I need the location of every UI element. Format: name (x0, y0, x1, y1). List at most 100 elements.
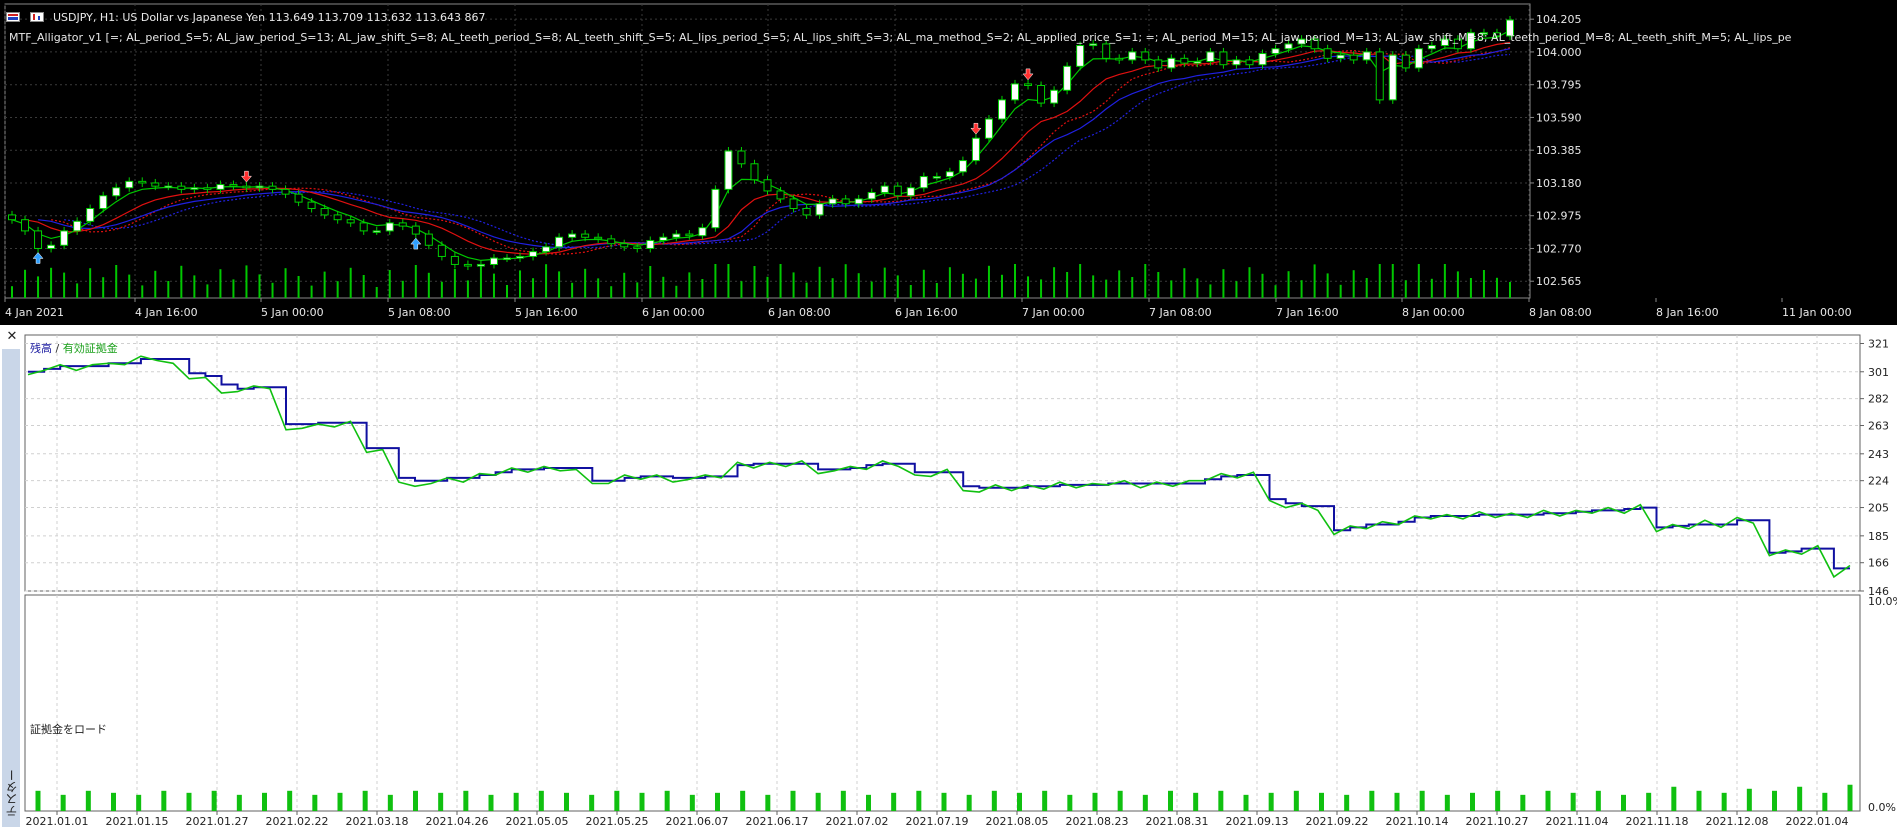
margin-load-bar (488, 794, 494, 811)
time-axis-label: 8 Jan 08:00 (1529, 306, 1592, 319)
margin-load-bar (740, 790, 746, 811)
price-axis-label: 102.565 (1536, 275, 1582, 288)
margin-load-bar (1369, 790, 1375, 811)
margin-load-bar (1067, 794, 1073, 811)
candle (125, 180, 134, 189)
date-axis-label: 2021.04.26 (426, 815, 489, 828)
candle (411, 225, 420, 235)
margin-load-bar (538, 790, 544, 811)
candle (607, 238, 616, 245)
candle (1180, 57, 1189, 64)
candle (919, 176, 928, 189)
candle (659, 236, 668, 241)
legend-separator: / (52, 342, 63, 355)
candle (1102, 43, 1111, 59)
time-axis-label: 7 Jan 00:00 (1022, 306, 1085, 319)
margin-load-bar (211, 790, 217, 811)
balance-axis-label: 301 (1868, 366, 1889, 379)
teeth-line-dotted (50, 47, 1511, 255)
candle (997, 99, 1006, 120)
margin-load-bar (1017, 792, 1022, 811)
balance-axis-label: 243 (1868, 448, 1889, 461)
margin-load-bar (413, 790, 418, 811)
margin-load-bar (1319, 792, 1324, 811)
candle (476, 263, 485, 267)
candle (1089, 43, 1098, 47)
margin-load-bar (765, 794, 771, 811)
balance-axis-label: 205 (1868, 502, 1889, 515)
candle (307, 201, 316, 210)
tester-graph-canvas[interactable]: 3213012822632432242051851661462021.01.01… (0, 327, 1897, 828)
candle (333, 214, 342, 221)
candle (906, 187, 915, 197)
candle (99, 195, 108, 210)
candle (190, 187, 199, 190)
candle (1323, 48, 1332, 59)
candle (867, 192, 876, 200)
date-axis-label: 2021.01.01 (26, 815, 89, 828)
margin-load-bar (815, 792, 821, 811)
date-axis-label: 2021.12.08 (1706, 815, 1769, 828)
sell-arrow-icon (240, 170, 253, 183)
legend-equity: 有効証拠金 (62, 342, 118, 355)
candle (216, 184, 225, 190)
candle (1414, 48, 1423, 69)
margin-load-bar (689, 794, 695, 811)
margin-load-bar (639, 792, 645, 811)
candle (945, 171, 954, 178)
price-axis-label: 104.000 (1536, 46, 1582, 59)
jaw-line-dotted (64, 53, 1511, 249)
candle (555, 236, 564, 248)
candle (594, 236, 603, 240)
margin-load-bar (1696, 790, 1702, 811)
candle (60, 230, 69, 246)
candle (542, 246, 551, 253)
time-axis-label: 8 Jan 16:00 (1656, 306, 1719, 319)
margin-load-bar (1218, 790, 1224, 811)
indicator-icon (29, 12, 44, 22)
candle (320, 208, 329, 216)
candle (281, 188, 290, 195)
date-axis-label: 2021.03.18 (346, 815, 409, 828)
load-axis-label: 0.0% (1868, 801, 1896, 814)
price-axis-label: 102.975 (1536, 210, 1582, 223)
candle (1245, 59, 1254, 66)
candle (463, 263, 472, 267)
candle (581, 233, 590, 238)
price-chart-canvas[interactable]: 104.205 104.000 103.795 103.590 103.385 103.1… (0, 0, 1897, 325)
candle (789, 198, 798, 210)
date-axis-label: 2021.05.25 (586, 815, 649, 828)
candle (750, 163, 759, 181)
margin-load-bar (1444, 794, 1450, 811)
margin-load-bar (35, 790, 41, 811)
candle (138, 180, 147, 184)
candle (633, 246, 642, 249)
candle (424, 233, 433, 246)
date-axis-label: 2021.11.18 (1626, 815, 1689, 828)
candle (1193, 61, 1202, 64)
price-chart-panel[interactable]: 104.205 104.000 103.795 103.590 103.385 103.1… (0, 0, 1897, 325)
margin-load-bar (664, 790, 670, 811)
margin-load-bar (1193, 792, 1199, 811)
candle (450, 255, 459, 265)
candle (672, 233, 681, 238)
close-icon[interactable]: ✕ (5, 330, 19, 344)
candle (372, 230, 381, 233)
margin-load-bar (236, 794, 242, 811)
margin-load-bar (438, 792, 444, 811)
date-axis-label: 2021.08.31 (1146, 815, 1209, 828)
margin-load-bar (1671, 786, 1677, 811)
time-axis-label: 8 Jan 00:00 (1402, 306, 1465, 319)
margin-load-bar (362, 790, 368, 811)
margin-load-bar (1520, 794, 1526, 811)
candle (437, 244, 446, 257)
margin-load-bar (891, 792, 897, 811)
tester-side-tab[interactable]: テスター (2, 349, 20, 827)
candle (1011, 83, 1020, 101)
candle (984, 118, 993, 139)
date-axis-label: 2021.05.05 (506, 815, 569, 828)
sell-arrow-icon (970, 122, 982, 135)
date-axis-label: 2021.06.17 (746, 815, 809, 828)
candle (1427, 45, 1436, 50)
margin-load-label: 証拠金をロード (30, 723, 107, 736)
